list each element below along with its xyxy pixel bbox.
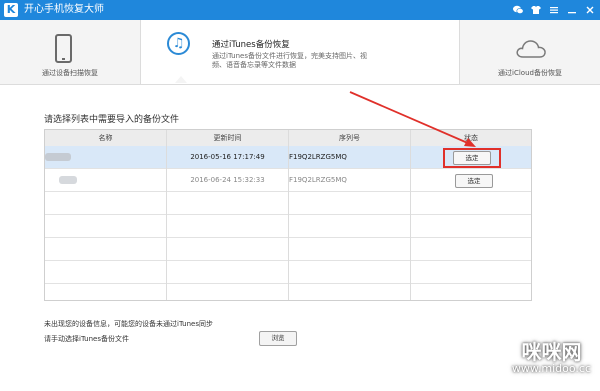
manual-select-hint: 请手动选择iTunes备份文件 (44, 335, 129, 343)
browse-button[interactable]: 浏览 (259, 331, 297, 346)
watermark: 咪咪网 www.midoo.cc (512, 341, 591, 375)
no-device-hint: 未出现您的设备信息，可能您的设备未通过iTunes同步 (44, 320, 213, 328)
annotation-arrow (349, 91, 476, 147)
watermark-brand: 咪咪网 (521, 340, 582, 364)
watermark-url: www.midoo.cc (511, 362, 591, 375)
